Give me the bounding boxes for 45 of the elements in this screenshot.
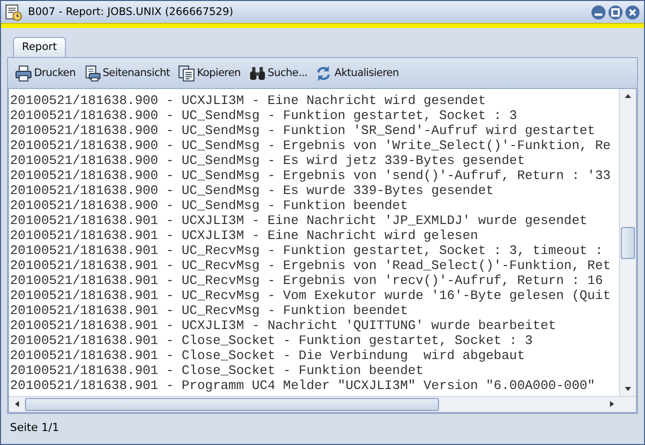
log-line: 20100521/181638.900 - UC_SendMsg - Funktion 'SR_Send'-Aufruf wird gestartet — [10, 123, 596, 138]
report-tab[interactable]: Report — [13, 37, 66, 57]
scroll-thumb[interactable] — [621, 226, 635, 258]
log-line: 20100521/181638.901 - UCXJLI3M - Nachricht 'QUITTUNG' wurde bearbeitet — [10, 318, 558, 333]
log-line: 20100521/181638.901 - UC_RecvMsg - Funktion gestartet, Socket : 3, timeout : — [10, 243, 604, 258]
scroll-thumb[interactable] — [25, 398, 439, 411]
minimize-button[interactable] — [591, 4, 606, 20]
documents-icon — [178, 64, 195, 82]
log-line: 20100521/181638.900 - UC_SendMsg - Es wurde 339-Bytes gesendet — [10, 183, 495, 198]
log-line: 20100521/181638.901 - Close_Socket - Die Verbindung wird abgebaut — [10, 348, 526, 363]
scroll-down-arrow-icon[interactable] — [625, 387, 631, 391]
log-line: 20100521/181638.901 - UC_RecvMsg - Ergebnis von 'recv()'-Aufruf, Return : 16 — [10, 273, 604, 288]
print-button[interactable]: Drucken — [12, 64, 79, 82]
preview-button[interactable]: Seitenansicht — [80, 64, 173, 82]
log-line: 20100521/181638.901 - UCXJLI3M - Eine Nachricht wird gelesen — [10, 228, 480, 243]
vertical-scrollbar[interactable] — [619, 89, 636, 396]
binoculars-icon — [248, 64, 266, 82]
log-line: 20100521/181638.901 - Programm UC4 Melder "UCXJLI3M" Version "6.00A000-000" — [10, 378, 596, 393]
log-line: 20100521/181638.901 - Close_Socket - Funktion beendet — [10, 363, 424, 378]
maximize-button[interactable] — [608, 4, 623, 20]
log-line: 20100521/181638.900 - UC_SendMsg - Ergebnis von 'send()'-Aufruf, Return : '33 — [10, 168, 612, 183]
search-button[interactable]: Suche... — [246, 64, 310, 82]
scroll-up-arrow-icon[interactable] — [625, 94, 631, 98]
horizontal-scrollbar[interactable] — [9, 396, 636, 412]
log-line: 20100521/181638.900 - UCXJLI3M - Eine Nachricht wird gesendet — [10, 93, 487, 108]
log-line: 20100521/181638.901 - UC_RecvMsg - Vom Exekutor wurde '16'-Byte gelesen (Quit — [10, 288, 612, 303]
log-line: 20100521/181638.900 - UC_SendMsg - Es wird jetz 339-Bytes gesendet — [10, 153, 526, 168]
window-title: B007 - Report: JOBS.UNIX (266667529) — [28, 6, 234, 18]
report-clock-icon — [5, 4, 22, 20]
page-indicator: Seite 1/1 — [10, 420, 60, 434]
refresh-button[interactable]: Aktualisieren — [312, 64, 402, 82]
page-printer-icon — [84, 64, 101, 82]
log-line: 20100521/181638.901 - Close_Socket - Funktion gestartet, Socket : 3 — [10, 333, 534, 348]
log-line: 20100521/181638.901 - UC_RecvMsg - Ergebnis von 'Read_Select()'-Funktion, Ret — [10, 258, 612, 273]
copy-button[interactable]: Kopieren — [174, 64, 244, 82]
printer-icon — [15, 64, 32, 82]
log-line: 20100521/181638.900 - UC_SendMsg - Ergebnis von 'Write_Select()'-Funktion, Re — [10, 138, 612, 153]
refresh-icon — [315, 64, 332, 82]
log-line: 20100521/181638.900 - UC_SendMsg - Funktion beendet — [10, 198, 409, 213]
log-line: 20100521/181638.900 - UC_SendMsg - Funktion gestartet, Socket : 3 — [10, 108, 518, 123]
close-button[interactable] — [625, 4, 640, 20]
scroll-right-arrow-icon[interactable] — [610, 401, 614, 407]
scroll-left-arrow-icon[interactable] — [15, 401, 19, 407]
log-line: 20100521/181638.901 - UC_RecvMsg - Funktion beendet — [10, 303, 409, 318]
log-line: 20100521/181638.901 - UCXJLI3M - Eine Nachricht 'JP_EXMLDJ' wurde gesendet — [10, 213, 588, 228]
